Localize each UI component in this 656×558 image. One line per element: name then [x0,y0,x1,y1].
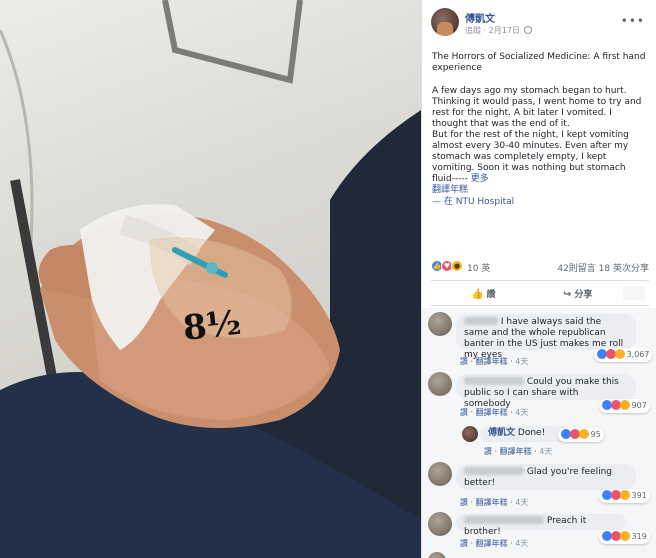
follow-link[interactable]: 追蹤 [465,26,481,35]
comment-time[interactable]: 4天 [515,408,528,417]
comment-like-link[interactable]: 讚 [460,498,468,507]
comment-share-counts: 42則留言 18 英次分享 [557,261,649,274]
comment-translate-link[interactable]: 翻譯年糕 [476,357,508,366]
redacted-name [464,377,524,385]
redacted-name [464,467,524,475]
post-paragraph: A few days ago my stomach began to hurt.… [432,86,642,129]
reply-reactions[interactable]: 95 [558,428,604,442]
like-button[interactable]: 👍 讚 [471,287,495,300]
comment-like-link[interactable]: 讚 [460,357,468,366]
share-arrow-icon: ↪ [563,289,572,300]
audience-selector[interactable] [623,286,645,300]
comment-reactions[interactable]: 907 [599,399,650,413]
comment-like-link[interactable]: 讚 [484,447,492,456]
comment-bubble: Could you make this public so I can shar… [456,374,636,409]
redacted-name [464,516,544,524]
post-date[interactable]: 2月17日 [489,26,520,35]
comment-actions: 讚 · 翻譯年糕 · 4天 [460,357,529,366]
checkin-location[interactable]: — 在 NTU Hospital [432,194,514,207]
comment-bubble: Glad you're feeling better! [456,464,636,490]
comment-translate-link[interactable]: 翻譯年糕 [500,447,532,456]
reply-actions: 讚 · 翻譯年糕 · 4天 [484,447,553,456]
post-title: The Horrors of Socialized Medicine: A fi… [432,52,646,73]
marker-writing: 8½ [181,303,243,349]
thumbs-up-icon: 👍 [471,289,484,300]
reply-text: Done! [517,428,546,438]
commenter-avatar[interactable] [428,552,446,558]
comment-translate-link[interactable]: 翻譯年糕 [476,498,508,507]
post-panel: 傅凱文 追蹤 · 2月17日 ••• The Horrors of Social… [421,0,656,558]
commenter-avatar[interactable] [428,512,452,536]
comment-count[interactable]: 42則留言 [557,264,595,274]
action-bar: 👍 讚 ↪ 分享 [431,280,649,306]
comment-actions: 讚 · 翻譯年糕 · 4天 [460,408,529,417]
redacted-name [464,317,498,325]
post-body: A few days ago my stomach began to hurt.… [432,86,650,185]
reply-bubble: 傅凱文 Done! [480,426,570,442]
comment-translate-link[interactable]: 翻譯年糕 [476,408,508,417]
comment-bubble: Preach it brother! [456,514,626,537]
hand-iv-photo [0,0,421,558]
commenter-avatar[interactable] [428,372,452,396]
comment-time[interactable]: 4天 [539,447,552,456]
comment-actions: 讚 · 翻譯年糕 · 4天 [460,498,529,507]
comment-like-link[interactable]: 讚 [460,408,468,417]
comment-reactions[interactable]: 391 [599,489,650,503]
reactions-summary: 👍 ♥ ● 10 英 42則留言 18 英次分享 [431,259,649,275]
comment-like-link[interactable]: 讚 [460,539,468,548]
comment-translate-link[interactable]: 翻譯年糕 [476,539,508,548]
comment-time[interactable]: 4天 [515,539,528,548]
comment-reactions[interactable]: 3,067 [594,348,653,362]
see-more-link[interactable]: 更多 [471,174,489,184]
comment-bubble: I have always said the same and the whol… [456,314,636,360]
globe-icon [524,26,533,34]
comment-actions: 讚 · 翻譯年糕 · 4天 [460,539,529,548]
commenter-avatar[interactable] [428,462,452,486]
commenter-avatar[interactable] [428,312,452,336]
reaction-count[interactable]: 10 英 [467,261,490,274]
post-header: 傅凱文 追蹤 · 2月17日 ••• [431,8,651,38]
comment-time[interactable]: 4天 [515,498,528,507]
post-meta: 追蹤 · 2月17日 [465,25,533,36]
comment-reactions[interactable]: 319 [599,530,650,544]
post-paragraph: But for the rest of the night, I kept vo… [432,130,629,184]
comment-time[interactable]: 4天 [515,357,528,366]
reply-author-name[interactable]: 傅凱文 [488,428,515,438]
ellipsis-icon[interactable]: ••• [621,14,645,28]
wow-reaction-icon[interactable]: ● [451,260,463,272]
post-photo[interactable]: 8½ [0,0,421,558]
author-name[interactable]: 傅凱文 [465,10,495,25]
comments-section: I have always said the same and the whol… [422,308,656,558]
share-count[interactable]: 18 英次分享 [599,264,649,274]
share-button[interactable]: ↪ 分享 [563,287,592,300]
author-avatar[interactable] [431,8,459,36]
reply-author-avatar[interactable] [462,426,478,442]
